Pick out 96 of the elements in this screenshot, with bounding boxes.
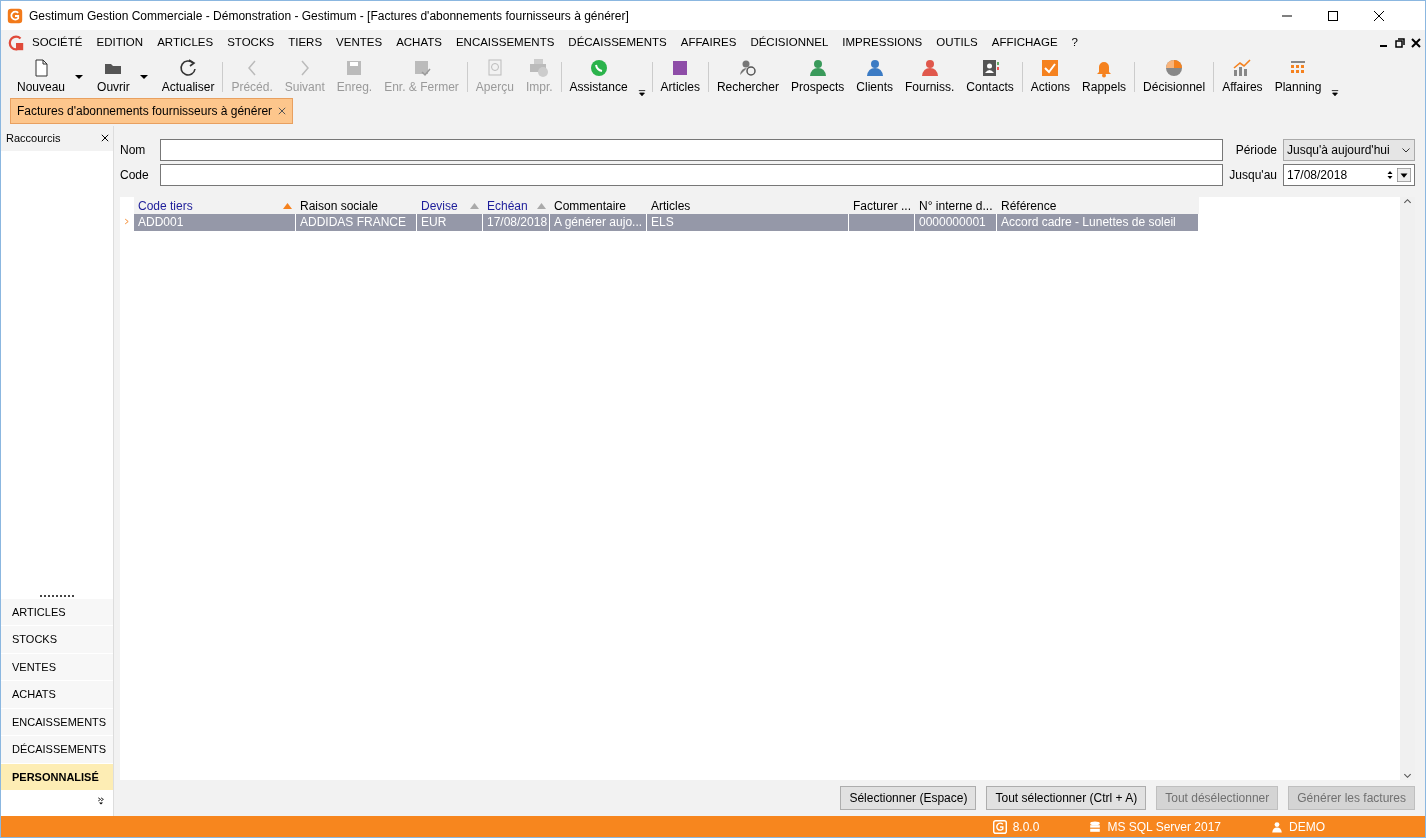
dropdown-caret-icon [1397,167,1411,183]
sidebar-item[interactable]: DÉCAISSEMENTS [1,736,113,763]
sidebar-item[interactable]: ARTICLES [1,598,113,625]
app-logo-icon [992,819,1007,834]
sidebar-item[interactable]: STOCKS [1,626,113,653]
pie-chart-icon [1164,57,1185,78]
toolbar-button[interactable]: Assistance [563,56,634,98]
input-field[interactable] [160,164,1223,186]
toolbar-button[interactable]: Rechercher [710,56,785,98]
date-field[interactable]: 17/08/2018 [1283,164,1415,186]
menu-item[interactable]: DÉCAISSEMENTS [561,34,674,52]
tab-label: Factures d'abonnements fournisseurs à générer [17,103,273,120]
chat-bubble-icon [588,57,609,78]
dropdown[interactable]: Jusqu'à aujourd'hui [1283,139,1415,161]
input-field[interactable] [160,139,1223,161]
table-cell: ELS [647,214,849,231]
column-header[interactable]: Raison sociale [296,197,417,215]
menu-item[interactable]: VENTES [329,34,390,52]
field-label: Période [1234,142,1277,159]
toolbar-button[interactable]: Planning [1268,56,1328,98]
expand-chevrons-icon [97,795,105,807]
toolbar-button[interactable]: Actualiser [155,56,221,98]
panel-title: Raccourcis [6,131,61,146]
column-header[interactable]: Echéan [483,197,550,215]
menu-item[interactable]: ? [1064,34,1085,52]
sidebar-item[interactable]: ACHATS [1,681,113,708]
toolbar-button[interactable]: Affaires [1216,56,1269,98]
field-label: Jusqu'au [1229,167,1277,184]
menu-item[interactable]: DÉCISIONNEL [743,34,836,52]
close-icon[interactable] [1411,38,1421,48]
splitter-grip-icon [40,594,74,598]
app-logo-icon [7,7,23,24]
table-cell: 0000000001 [915,214,997,231]
app-logo-icon [7,34,25,52]
menu-item[interactable]: ACHATS [389,34,449,52]
toolbar-button[interactable]: Articles [654,56,706,98]
menu-item[interactable]: ENCAISSEMENTS [448,34,562,52]
menu-item[interactable]: EDITION [89,34,151,52]
column-header[interactable]: Référence [997,197,1199,215]
menu-item[interactable]: TIERS [281,34,330,52]
user-icon [1271,819,1283,834]
column-header[interactable]: Code tiers [134,197,296,215]
column-header[interactable]: N° interne d... [915,197,997,215]
menu-item[interactable]: AFFAIRES [673,34,744,52]
database-text: MS SQL Server 2017 [1107,818,1221,836]
toolbar-button[interactable]: Rappels [1076,56,1133,98]
menu-item[interactable]: IMPRESSIONS [835,34,930,52]
toolbar-button[interactable]: Décisionnel [1137,56,1212,98]
toolbar-button[interactable]: Nouveau [11,56,92,98]
field-label: Code [120,167,150,184]
table-cell: EUR [417,214,483,231]
sidebar-item[interactable]: PERSONNALISÉ [1,763,113,790]
chevron-up-icon [1403,197,1412,206]
table-cell: 17/08/2018 [483,214,550,231]
field-label: Nom [120,142,147,159]
toolbar-button[interactable]: Actions [1024,56,1077,98]
chevron-down-icon [1401,145,1411,155]
menu-item[interactable]: AFFICHAGE [984,34,1065,52]
menu-item[interactable]: SOCIÉTÉ [25,34,90,52]
toolbar-button[interactable]: Clients [850,56,899,98]
dropdown-caret-icon [139,72,148,81]
printer-icon [529,57,550,78]
table-cell: ADDIDAS FRANCE [296,214,417,231]
user-text: DEMO [1289,818,1325,836]
dropdown-value: Jusqu'à aujourd'hui [1287,142,1390,159]
table-cell: Accord cadre - Lunettes de soleil [997,214,1199,231]
toolbar-button[interactable]: Fourniss. [899,56,961,98]
action-button[interactable]: Sélectionner (Espace) [840,786,977,810]
toolbar-button[interactable]: Contacts [960,56,1020,98]
version-text: 8.0.0 [1012,818,1040,836]
action-button[interactable]: Tout sélectionner (Ctrl + A) [986,786,1147,810]
document-tab[interactable]: Factures d'abonnements fournisseurs à générer [10,98,294,124]
column-header[interactable]: Devise [417,197,483,215]
column-header[interactable]: Articles [647,197,849,215]
column-header[interactable]: Commentaire [550,197,647,215]
database-icon [1089,819,1102,834]
sidebar-item[interactable]: ENCAISSEMENTS [1,708,113,735]
checkbox-icon [1040,57,1061,78]
refresh-icon [178,57,199,78]
date-value: 17/08/2018 [1287,167,1348,184]
sidebar-item[interactable]: VENTES [1,653,113,680]
table-cell: A générer aujo... [550,214,647,231]
toolbar-button[interactable]: Prospects [784,56,851,98]
dropdown-caret-icon [75,72,84,81]
window-title: Gestimum Gestion Commerciale - Démonstration - Gestimum - [Factures d'abonnements fournisseurs à générer] [29,7,629,25]
column-header[interactable]: Facturer ... [849,197,915,215]
menu-item[interactable]: STOCKS [220,34,282,52]
table-cell: ADD001 [134,214,296,231]
toolbar-button[interactable]: Ouvrir [91,56,156,98]
menu-item[interactable]: ARTICLES [150,34,221,52]
restore-icon[interactable] [1395,38,1405,48]
contact-card-icon [980,57,1001,78]
bar-chart-icon [1232,57,1253,78]
chevron-down-icon [1403,771,1412,780]
row-pointer-icon [124,217,130,226]
menu-item[interactable]: OUTILS [929,34,985,52]
